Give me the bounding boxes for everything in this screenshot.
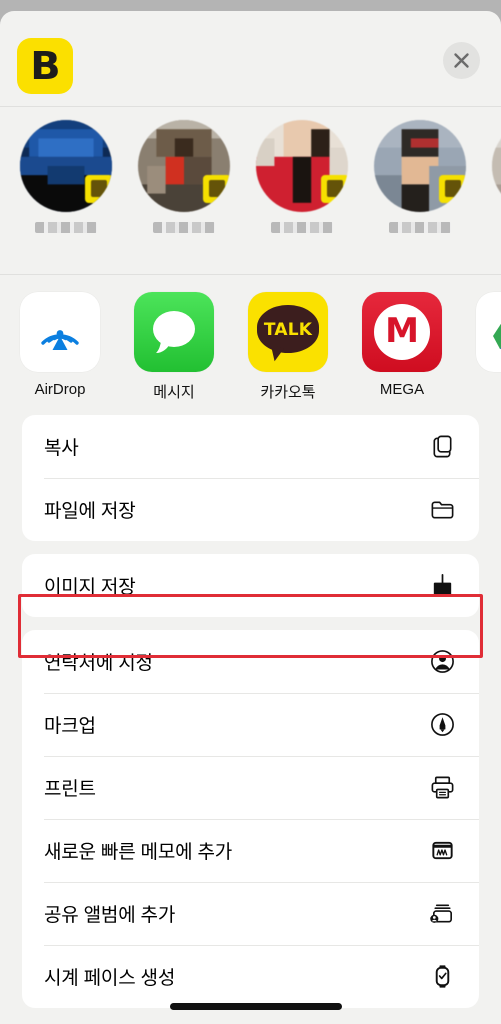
contact-item[interactable]: ████ — [16, 120, 115, 233]
action-row-save-to-files[interactable]: 파일에 저장 — [22, 478, 479, 541]
contact-name: ███ — [270, 222, 333, 233]
action-row-add-shared-album[interactable]: 공유 앨범에 추가 — [22, 882, 479, 945]
kakaotalk-badge-icon — [84, 175, 112, 203]
contact-icon — [427, 647, 457, 677]
app-label: 메시지 — [153, 384, 195, 401]
action-group: 복사 파일에 저장 — [22, 415, 479, 541]
kakaotalk-bubble-tail — [266, 344, 284, 363]
copy-icon — [427, 432, 457, 462]
action-label: 새로운 빠른 메모에 추가 — [44, 842, 233, 863]
avatar — [373, 120, 466, 212]
action-label: 이미지 저장 — [44, 577, 136, 598]
action-group: 이미지 저장 — [22, 554, 479, 617]
app-item-airdrop[interactable]: AirDrop — [18, 292, 102, 398]
contacts-suggestions-row[interactable]: ████ █████ — [0, 107, 501, 275]
messages-icon — [134, 292, 214, 372]
app-logo-letter: B — [30, 44, 60, 88]
app-label: 카카오톡 — [260, 384, 316, 401]
app-label: AirDrop — [34, 381, 86, 398]
contact-name: █████ — [152, 222, 215, 233]
app-item-mega[interactable]: M MEGA — [360, 292, 444, 398]
kakaotalk-badge-icon — [320, 175, 348, 203]
actions-list: 복사 파일에 저장 이미지 저장 연락처에 지정 마크업 프린트 새로운 빠른 … — [0, 415, 501, 1008]
action-row-save-image[interactable]: 이미지 저장 — [22, 554, 479, 617]
contact-item[interactable]: ███ — [252, 120, 351, 233]
action-row-add-quick-note[interactable]: 새로운 빠른 메모에 추가 — [22, 819, 479, 882]
mega-wordmark: M — [385, 311, 419, 351]
kakaotalk-badge-icon — [202, 175, 230, 203]
mega-icon: M — [362, 292, 442, 372]
printer-icon — [427, 773, 457, 803]
kakaotalk-badge-icon — [438, 175, 466, 203]
source-app-logo: B — [17, 38, 73, 94]
markup-icon — [427, 710, 457, 740]
avatar — [255, 120, 348, 212]
drive-icon — [476, 292, 501, 372]
action-label: 연락처에 지정 — [44, 653, 153, 674]
contact-name: ████ — [34, 222, 97, 233]
app-item-kakaotalk[interactable]: TALK 카카오톡 — [246, 292, 330, 402]
action-label: 복사 — [44, 438, 79, 459]
action-row-assign-to-contact[interactable]: 연락처에 지정 — [22, 630, 479, 693]
action-label: 프린트 — [44, 779, 96, 800]
contact-item[interactable]: ██████ — [370, 120, 469, 233]
kakaotalk-wordmark: TALK — [263, 320, 313, 340]
action-label: 공유 앨범에 추가 — [44, 905, 176, 926]
close-icon — [454, 53, 469, 68]
close-button[interactable] — [443, 42, 480, 79]
action-label: 파일에 저장 — [44, 501, 136, 522]
app-item-drive[interactable] — [474, 292, 501, 381]
share-sheet: B ████ — [0, 11, 501, 1024]
mega-disc: M — [374, 304, 430, 360]
avatar — [137, 120, 230, 212]
folder-icon — [427, 495, 457, 525]
contact-name: ██████ — [388, 222, 451, 233]
apps-share-row[interactable]: AirDrop 메시지 TALK 카카오톡 M MEGA — [0, 275, 501, 415]
action-label: 마크업 — [44, 716, 96, 737]
action-row-markup[interactable]: 마크업 — [22, 693, 479, 756]
avatar — [491, 120, 501, 212]
contact-item-partial[interactable] — [488, 120, 501, 212]
action-row-create-watch-face[interactable]: 시계 페이스 생성 — [22, 945, 479, 1008]
avatar-pixelated-image — [491, 120, 501, 212]
action-group: 연락처에 지정 마크업 프린트 새로운 빠른 메모에 추가 공유 앨범에 추가 … — [22, 630, 479, 1008]
quick-note-icon — [427, 836, 457, 866]
app-item-messages[interactable]: 메시지 — [132, 292, 216, 402]
action-label: 시계 페이스 생성 — [44, 968, 176, 989]
kakaotalk-icon: TALK — [248, 292, 328, 372]
contact-item[interactable]: █████ — [134, 120, 233, 233]
action-row-copy[interactable]: 복사 — [22, 415, 479, 478]
app-label: MEGA — [379, 381, 425, 398]
airdrop-icon — [20, 292, 100, 372]
save-image-icon — [427, 571, 457, 601]
sheet-header: B — [0, 11, 501, 107]
watch-face-icon — [427, 962, 457, 992]
action-row-print[interactable]: 프린트 — [22, 756, 479, 819]
avatar — [19, 120, 112, 212]
shared-album-icon — [427, 899, 457, 929]
